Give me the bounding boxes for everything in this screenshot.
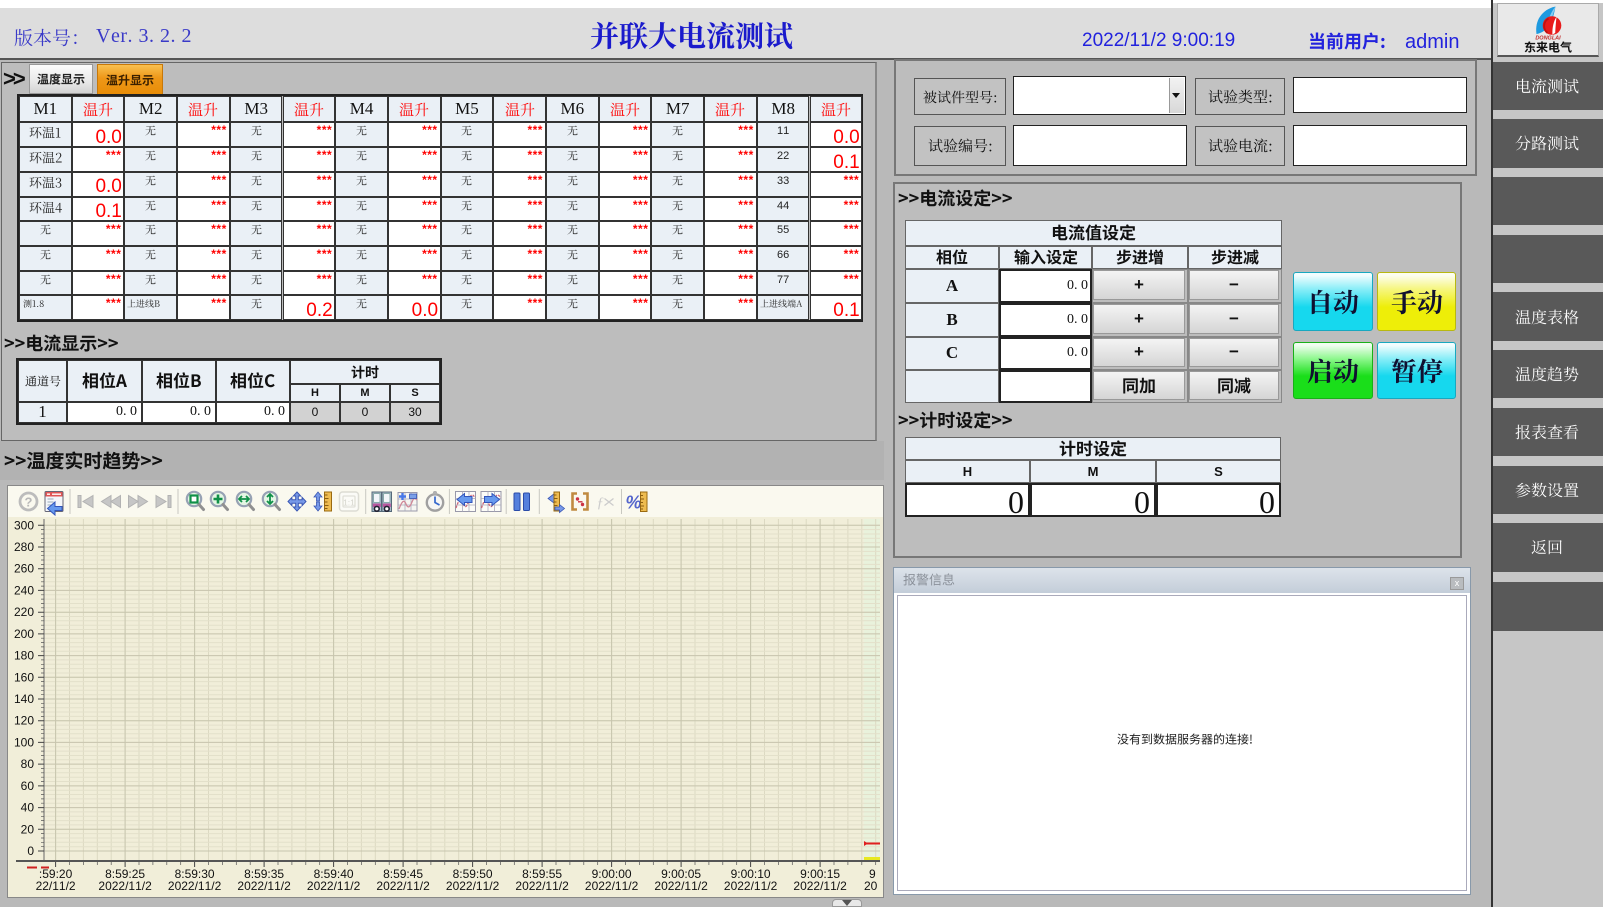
svg-text:60: 60	[21, 779, 35, 793]
svg-text:?: ?	[25, 495, 33, 510]
svg-text:22/11/2: 22/11/2	[36, 879, 76, 893]
svg-text:2022/11/2: 2022/11/2	[515, 879, 569, 893]
svg-text:2022/11/2: 2022/11/2	[168, 879, 222, 893]
svg-text:300: 300	[14, 518, 34, 532]
svg-text:2022/11/2: 2022/11/2	[307, 879, 361, 893]
svg-text:2022/11/2: 2022/11/2	[446, 879, 500, 893]
svg-text:%: %	[626, 493, 642, 513]
svg-text:280: 280	[14, 540, 34, 554]
svg-text:160: 160	[14, 670, 34, 684]
svg-text:20: 20	[864, 879, 878, 893]
svg-text:2022/11/2: 2022/11/2	[585, 879, 639, 893]
svg-text:1:1: 1:1	[343, 498, 355, 508]
svg-text:200: 200	[14, 627, 34, 641]
svg-text:2022/11/2: 2022/11/2	[793, 879, 847, 893]
svg-text:40: 40	[21, 801, 35, 815]
svg-text:180: 180	[14, 649, 34, 663]
svg-text:80: 80	[21, 757, 35, 771]
svg-text:100: 100	[14, 735, 34, 749]
svg-text:120: 120	[14, 714, 34, 728]
svg-text:20: 20	[21, 822, 35, 836]
svg-text:220: 220	[14, 605, 34, 619]
svg-text:2022/11/2: 2022/11/2	[237, 879, 291, 893]
svg-text:260: 260	[14, 562, 34, 576]
svg-text:2022/11/2: 2022/11/2	[654, 879, 708, 893]
svg-text:2022/11/2: 2022/11/2	[376, 879, 430, 893]
svg-text:0: 0	[27, 844, 34, 858]
svg-text:ƒ: ƒ	[597, 495, 605, 511]
svg-text:240: 240	[14, 583, 34, 597]
svg-text:140: 140	[14, 692, 34, 706]
svg-text:2022/11/2: 2022/11/2	[98, 879, 152, 893]
svg-text:2022/11/2: 2022/11/2	[724, 879, 778, 893]
